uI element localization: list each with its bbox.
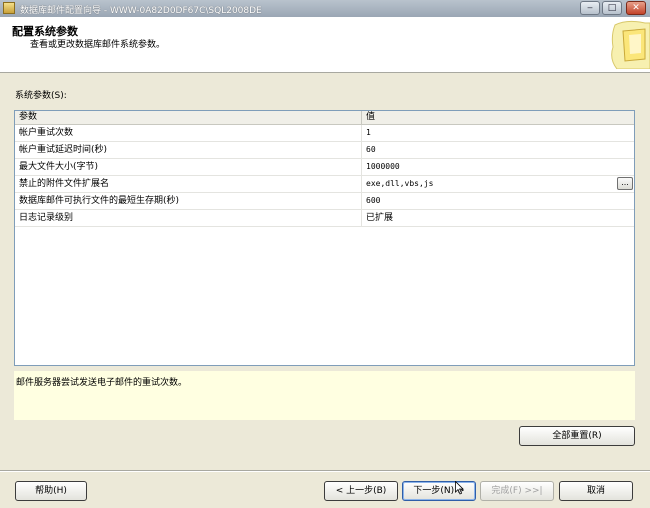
table-row[interactable]: 帐户重试次数 1 [15,125,634,142]
title-bar: 数据库邮件配置向导 - WWW-0A82D0DF67C\SQL2008DE ‒ … [0,0,650,18]
param-name: 禁止的附件文件扩展名 [15,176,362,192]
help-button[interactable]: 帮助(H) [15,481,87,501]
param-name: 数据库邮件可执行文件的最短生存期(秒) [15,193,362,209]
param-value[interactable]: 已扩展 [362,210,634,226]
param-name: 帐户重试次数 [15,125,362,141]
maximize-icon[interactable]: □ [602,1,622,15]
reset-all-button[interactable]: 全部重置(R) [519,426,635,446]
divider [0,470,650,472]
wizard-header: 配置系统参数 查看或更改数据库邮件系统参数。 [0,17,650,73]
app-icon [3,2,15,14]
param-name: 最大文件大小(字节) [15,159,362,175]
table-row[interactable]: 禁止的附件文件扩展名 exe,dll,vbs,js ... [15,176,634,193]
table-row[interactable]: 帐户重试延迟时间(秒) 60 [15,142,634,159]
close-icon[interactable]: ✕ [626,1,646,15]
description-panel: 邮件服务器尝试发送电子邮件的重试次数。 [14,371,635,420]
column-header-parameter: 参数 [15,111,362,124]
ellipsis-button[interactable]: ... [617,177,633,190]
back-button[interactable]: < 上一步(B) [324,481,398,501]
cancel-button[interactable]: 取消 [559,481,633,501]
table-row[interactable]: 日志记录级别 已扩展 [15,210,634,227]
table-row[interactable]: 数据库邮件可执行文件的最短生存期(秒) 600 [15,193,634,210]
window-title: 数据库邮件配置向导 - WWW-0A82D0DF67C\SQL2008DE [20,6,262,16]
mouse-cursor-icon [455,481,464,495]
table-row[interactable]: 最大文件大小(字节) 1000000 [15,159,634,176]
param-name: 日志记录级别 [15,210,362,226]
system-params-label: 系统参数(S): [15,91,67,101]
param-name: 帐户重试延迟时间(秒) [15,142,362,158]
system-params-grid[interactable]: 参数 值 帐户重试次数 1 帐户重试延迟时间(秒) 60 最大文件大小(字节) … [14,110,635,366]
param-value[interactable]: 1 [362,125,634,141]
param-value[interactable]: 1000000 [362,159,634,175]
finish-button[interactable]: 完成(F) >>| [480,481,554,501]
next-button[interactable]: 下一步(N) > [402,481,476,501]
minimize-icon[interactable]: ‒ [580,1,600,15]
param-value[interactable]: exe,dll,vbs,js [362,176,634,192]
wizard-banner-icon [611,20,650,69]
param-value[interactable]: 60 [362,142,634,158]
param-value[interactable]: 600 [362,193,634,209]
grid-header: 参数 值 [15,111,634,125]
column-header-value: 值 [366,112,376,122]
page-subtitle: 查看或更改数据库邮件系统参数。 [30,40,166,50]
